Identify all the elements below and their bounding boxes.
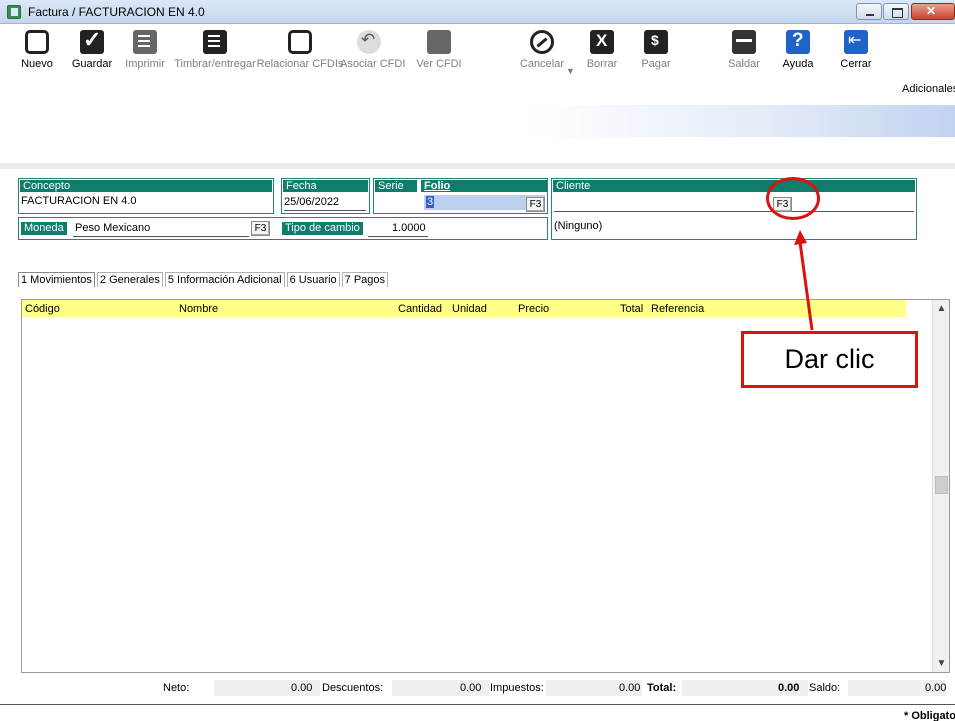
annotation-label: Dar clic	[741, 331, 918, 388]
